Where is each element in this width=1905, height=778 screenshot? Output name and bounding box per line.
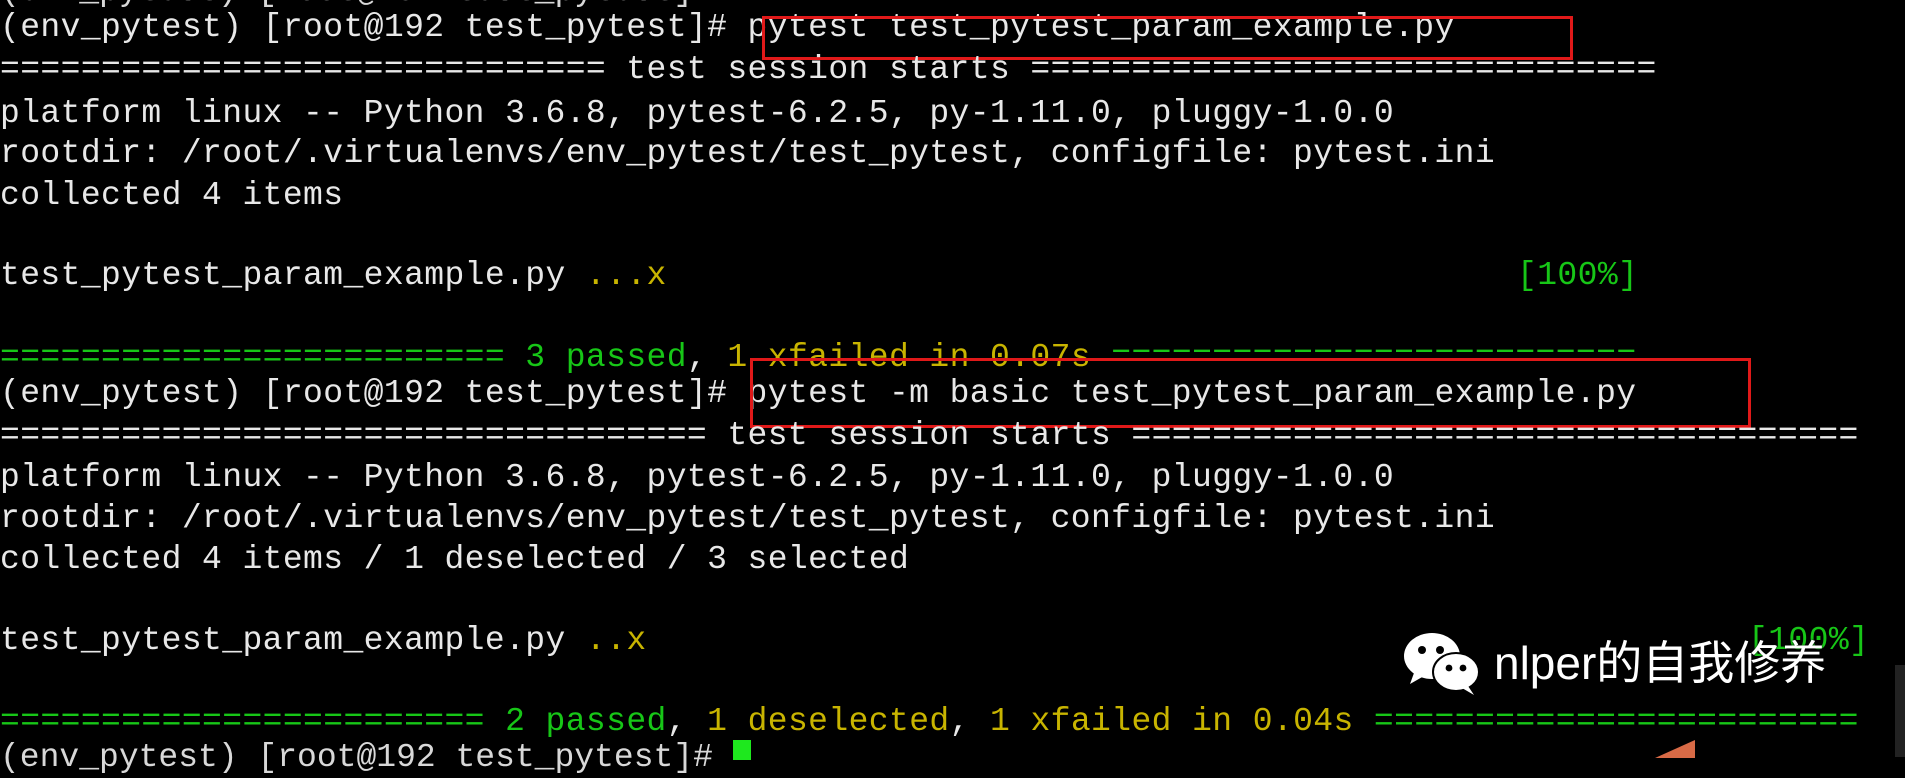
summary-duration: in 0.04s bbox=[1171, 703, 1354, 740]
prompt: (env_pytest) [root@192 test_pytest]# bbox=[0, 375, 748, 412]
clipped-prompt-bottom: (env_pytest) [root@192 test_pytest]# bbox=[0, 738, 751, 778]
result-dots: ...x bbox=[585, 257, 667, 294]
terminal-cursor[interactable] bbox=[732, 740, 751, 760]
session-header-1: ============================== test sess… bbox=[0, 51, 1657, 88]
result-file: test_pytest_param_example.py bbox=[0, 622, 586, 659]
passed-count: 3 passed bbox=[525, 339, 687, 376]
summary-separator: , bbox=[686, 339, 728, 376]
summary-rule-right: ======================== bbox=[1353, 703, 1859, 740]
prompt: (env_pytest) [root@192 test_pytest]# bbox=[0, 739, 733, 776]
progress-percent-1: [100%] bbox=[1517, 257, 1639, 294]
rootdir-line-2: rootdir: /root/.virtualenvs/env_pytest/t… bbox=[0, 500, 1496, 537]
result-dots: ..x bbox=[585, 622, 647, 659]
platform-line-1: platform linux -- Python 3.6.8, pytest-6… bbox=[0, 95, 1395, 132]
summary-separator: , bbox=[949, 703, 991, 740]
watermark-text: nlper的自我修养 bbox=[1494, 637, 1827, 689]
prompt: (env_pytest) [root@192 test_pytest]# bbox=[0, 9, 748, 46]
result-file: test_pytest_param_example.py bbox=[0, 257, 586, 294]
session-header-2: =================================== test… bbox=[0, 417, 1859, 454]
corner-decoration bbox=[1655, 740, 1695, 758]
terminal-window[interactable]: (env_pytest) [root@192 test_pytest]# (en… bbox=[0, 0, 1905, 776]
collected-line-2: collected 4 items / 1 deselected / 3 sel… bbox=[0, 541, 910, 578]
result-line-1: test_pytest_param_example.py ...x bbox=[0, 256, 667, 296]
deselected-count: 1 deselected bbox=[707, 703, 950, 740]
summary-rule-left: ======================== bbox=[0, 703, 506, 740]
platform-line-2: platform linux -- Python 3.6.8, pytest-6… bbox=[0, 459, 1395, 496]
summary-separator: , bbox=[666, 703, 708, 740]
xfailed-count: 1 xfailed bbox=[990, 703, 1172, 740]
passed-count: 2 passed bbox=[505, 703, 667, 740]
collected-line-1: collected 4 items bbox=[0, 177, 344, 214]
scrollbar[interactable] bbox=[1895, 665, 1905, 757]
summary-rule-left: ========================= bbox=[0, 339, 526, 376]
wechat-watermark: nlper的自我修养 bbox=[1400, 628, 1900, 698]
wechat-icon bbox=[1404, 633, 1480, 695]
summary-line-2: ======================== 2 passed, 1 des… bbox=[0, 702, 1859, 742]
rootdir-line-1: rootdir: /root/.virtualenvs/env_pytest/t… bbox=[0, 135, 1496, 172]
result-line-2: test_pytest_param_example.py ..x bbox=[0, 621, 647, 661]
